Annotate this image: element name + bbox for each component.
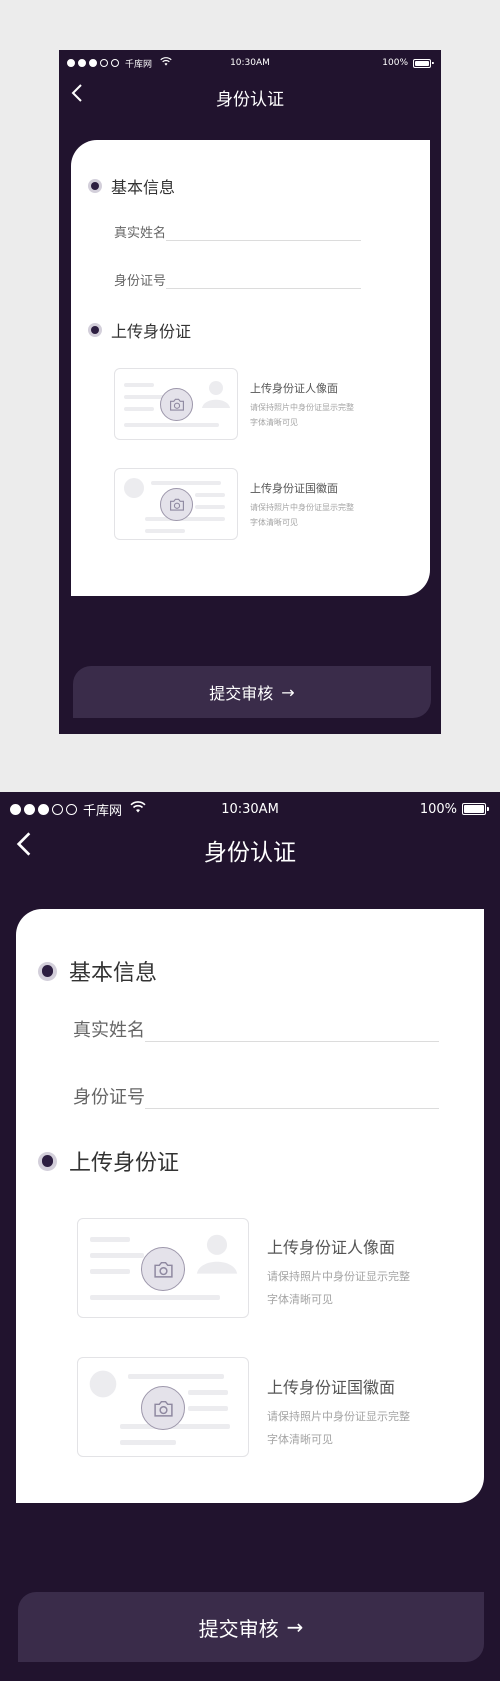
id-back-upload[interactable]: [77, 1357, 249, 1457]
phone-detail-large: 千库网 10:30AM 100% 身份认证 基本信息 真实姓名 身份证号 上传身…: [0, 792, 500, 1681]
submit-button[interactable]: 提交审核 →: [73, 666, 431, 718]
carrier-name: 千库网: [83, 803, 123, 819]
upload-hint: 请保持照片中身份证显示完整: [267, 1270, 410, 1283]
battery-fill: [464, 805, 484, 813]
status-time: 10:30AM: [221, 801, 279, 817]
id-front-upload[interactable]: [114, 368, 238, 440]
section-basic-info: 基本信息: [38, 955, 157, 987]
wifi-icon: [130, 801, 146, 817]
camera-icon: [160, 488, 193, 521]
upload-title: 上传身份证人像面: [250, 382, 338, 395]
section-title: 基本信息: [69, 961, 158, 986]
status-bar: 千库网 10:30AM 100%: [0, 798, 500, 820]
section-upload: 上传身份证: [88, 318, 191, 342]
real-name-input[interactable]: [166, 240, 361, 241]
field-label: 真实姓名: [114, 226, 167, 241]
person-silhouette-icon: [196, 1234, 238, 1274]
battery-percent: 100%: [419, 801, 457, 817]
id-number-input[interactable]: [145, 1108, 439, 1109]
section-radio-icon: [38, 1151, 57, 1171]
page-title: 身份认证: [204, 840, 296, 866]
phone-preview-small: 千库网 10:30AM 100% 身份认证 基本信息 真实姓名 身份证号 上传身…: [59, 50, 441, 734]
upload-hint: 请保持照片中身份证显示完整: [267, 1410, 410, 1423]
section-radio-icon: [38, 961, 57, 981]
upload-title: 上传身份证人像面: [267, 1238, 396, 1257]
status-time: 10:30AM: [230, 58, 270, 68]
battery-percent: 100%: [382, 58, 408, 68]
signal-dots-icon: [10, 803, 77, 815]
battery-icon: [462, 803, 489, 815]
real-name-field[interactable]: 真实姓名: [73, 1016, 439, 1042]
emblem-icon: [124, 478, 144, 498]
section-radio-icon: [88, 323, 102, 337]
submit-label: 提交审核: [198, 1616, 279, 1641]
signal-dots-icon: [67, 59, 119, 67]
upload-title: 上传身份证国徽面: [267, 1378, 396, 1397]
page-title: 身份认证: [216, 90, 284, 110]
section-title: 上传身份证: [111, 322, 192, 341]
id-number-field[interactable]: 身份证号: [114, 270, 361, 289]
upload-back-text: 上传身份证国徽面 请保持照片中身份证显示完整 字体清晰可见: [250, 480, 354, 528]
camera-icon: [141, 1386, 185, 1430]
arrow-right-icon: →: [286, 1615, 304, 1639]
upload-hint: 字体清晰可见: [267, 1433, 333, 1446]
camera-icon: [141, 1247, 185, 1291]
upload-back-text: 上传身份证国徽面 请保持照片中身份证显示完整 字体清晰可见: [267, 1374, 410, 1447]
submit-button[interactable]: 提交审核 →: [18, 1592, 484, 1662]
section-upload: 上传身份证: [38, 1145, 179, 1177]
upload-hint: 字体清晰可见: [267, 1293, 333, 1306]
real-name-input[interactable]: [145, 1041, 439, 1042]
battery-icon: [413, 58, 434, 68]
section-radio-icon: [88, 179, 102, 193]
submit-label: 提交审核: [209, 684, 274, 703]
upload-hint: 字体清晰可见: [250, 518, 298, 527]
emblem-icon: [89, 1370, 117, 1398]
wifi-icon: [160, 57, 172, 69]
form-card: 基本信息 真实姓名 身份证号 上传身份证 上传身份证人像面 请保持照片中身份证显…: [16, 909, 484, 1503]
field-label: 身份证号: [114, 274, 167, 289]
id-front-upload[interactable]: [77, 1218, 249, 1318]
upload-hint: 请保持照片中身份证显示完整: [250, 503, 354, 512]
camera-icon: [160, 388, 193, 421]
person-silhouette-icon: [202, 381, 230, 408]
upload-hint: 字体清晰可见: [250, 418, 298, 427]
real-name-field[interactable]: 真实姓名: [114, 222, 361, 241]
upload-front-text: 上传身份证人像面 请保持照片中身份证显示完整 字体清晰可见: [267, 1234, 410, 1307]
section-basic-info: 基本信息: [88, 174, 175, 198]
carrier-name: 千库网: [125, 59, 153, 70]
field-label: 真实姓名: [73, 1020, 145, 1041]
id-number-input[interactable]: [166, 288, 361, 289]
section-title: 基本信息: [111, 178, 176, 197]
id-back-upload[interactable]: [114, 468, 238, 540]
status-bar: 千库网 10:30AM 100%: [59, 55, 441, 71]
upload-title: 上传身份证国徽面: [250, 482, 338, 495]
id-number-field[interactable]: 身份证号: [73, 1083, 439, 1109]
section-title: 上传身份证: [69, 1151, 180, 1176]
form-card: 基本信息 真实姓名 身份证号 上传身份证 上传身份证人像面 请保持照片中身份证显…: [71, 140, 430, 596]
upload-front-text: 上传身份证人像面 请保持照片中身份证显示完整 字体清晰可见: [250, 380, 354, 428]
field-label: 身份证号: [73, 1087, 145, 1108]
upload-hint: 请保持照片中身份证显示完整: [250, 403, 354, 412]
battery-fill: [415, 60, 429, 66]
arrow-right-icon: →: [281, 682, 295, 702]
